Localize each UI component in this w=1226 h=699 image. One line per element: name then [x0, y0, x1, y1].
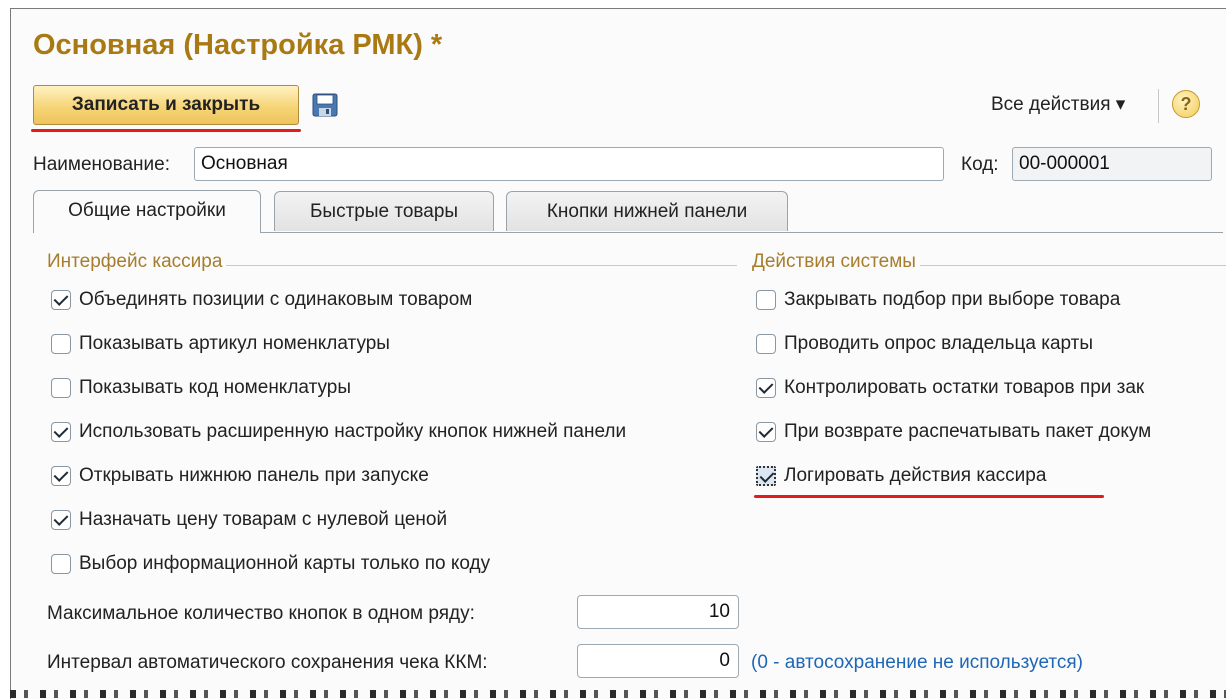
checkbox-card-owner-survey[interactable]: Проводить опрос владельца карты — [756, 333, 1093, 355]
checkbox-label: При возврате распечатывать пакет докум — [784, 421, 1152, 442]
checkbox-label: Открывать нижнюю панель при запуске — [79, 465, 429, 486]
checkbox-box[interactable] — [756, 466, 776, 486]
highlight-underline — [31, 129, 301, 132]
tab-general-settings[interactable]: Общие настройки — [33, 190, 261, 233]
checkbox-box[interactable] — [51, 466, 71, 486]
checkbox-box[interactable] — [756, 290, 776, 310]
checkbox-merge-positions[interactable]: Объединять позиции с одинаковым товаром — [51, 289, 472, 311]
checkbox-label: Назначать цену товарам с нулевой ценой — [79, 509, 448, 530]
autosave-interval-label: Интервал автоматического сохранения чека… — [47, 652, 488, 673]
name-label: Наименование: — [33, 154, 170, 175]
name-input[interactable]: Основная — [194, 147, 944, 181]
form-window: Основная (Настройка РМК) * Записать и за… — [10, 8, 1226, 699]
checkbox-open-bottom-panel[interactable]: Открывать нижнюю панель при запуске — [51, 465, 429, 487]
save-icon[interactable] — [312, 93, 338, 117]
checkbox-label: Логировать действия кассира — [784, 465, 1047, 486]
all-actions-menu[interactable]: Все действия ▾ — [991, 93, 1125, 116]
autosave-interval-input[interactable]: 0 — [577, 644, 739, 678]
checkbox-box[interactable] — [51, 422, 71, 442]
highlight-underline — [754, 495, 1104, 498]
checkbox-box[interactable] — [51, 334, 71, 354]
checkbox-box[interactable] — [51, 554, 71, 574]
toolbar-separator — [1158, 89, 1159, 123]
autosave-hint: (0 - автосохранение не используется) — [751, 652, 1083, 673]
checkbox-box[interactable] — [51, 290, 71, 310]
help-icon[interactable]: ? — [1172, 90, 1200, 118]
checkbox-box[interactable] — [756, 422, 776, 442]
checkbox-zero-price[interactable]: Назначать цену товарам с нулевой ценой — [51, 509, 447, 531]
system-actions-title: Действия системы — [752, 251, 920, 273]
checkbox-box[interactable] — [756, 334, 776, 354]
checkbox-label: Объединять позиции с одинаковым товаром — [79, 289, 473, 310]
cashier-interface-title: Интерфейс кассира — [47, 251, 227, 273]
checkbox-box[interactable] — [51, 510, 71, 530]
checkbox-log-cashier-actions[interactable]: Логировать действия кассира — [756, 465, 1046, 487]
checkbox-box[interactable] — [51, 378, 71, 398]
checkbox-control-stock[interactable]: Контролировать остатки товаров при зак — [756, 377, 1144, 399]
max-buttons-label: Максимальное количество кнопок в одном р… — [47, 603, 475, 624]
checkbox-extended-buttons[interactable]: Использовать расширенную настройку кнопо… — [51, 421, 626, 443]
max-buttons-input[interactable]: 10 — [577, 595, 739, 629]
tab-quick-goods[interactable]: Быстрые товары — [274, 191, 494, 231]
checkbox-label: Закрывать подбор при выборе товара — [784, 289, 1121, 310]
form-title: Основная (Настройка РМК) * — [33, 29, 443, 61]
tab-bottom-panel-buttons[interactable]: Кнопки нижней панели — [506, 191, 788, 231]
cropped-bottom-edge — [10, 690, 1226, 698]
checkbox-label: Использовать расширенную настройку кнопо… — [79, 421, 627, 442]
checkbox-label: Выбор информационной карты только по код… — [79, 553, 491, 574]
write-and-close-button[interactable]: Записать и закрыть — [33, 85, 299, 125]
checkbox-label: Контролировать остатки товаров при зак — [784, 377, 1145, 398]
checkbox-card-by-code[interactable]: Выбор информационной карты только по код… — [51, 553, 490, 575]
checkbox-label: Проводить опрос владельца карты — [784, 333, 1094, 354]
checkbox-close-selection[interactable]: Закрывать подбор при выборе товара — [756, 289, 1120, 311]
checkbox-label: Показывать артикул номенклатуры — [79, 333, 390, 354]
code-label: Код: — [961, 154, 999, 175]
checkbox-show-article[interactable]: Показывать артикул номенклатуры — [51, 333, 390, 355]
checkbox-show-code[interactable]: Показывать код номенклатуры — [51, 377, 351, 399]
checkbox-label: Показывать код номенклатуры — [79, 377, 351, 398]
checkbox-box[interactable] — [756, 378, 776, 398]
code-input[interactable]: 00-000001 — [1012, 147, 1212, 181]
checkbox-print-return-docs[interactable]: При возврате распечатывать пакет докум — [756, 421, 1151, 443]
